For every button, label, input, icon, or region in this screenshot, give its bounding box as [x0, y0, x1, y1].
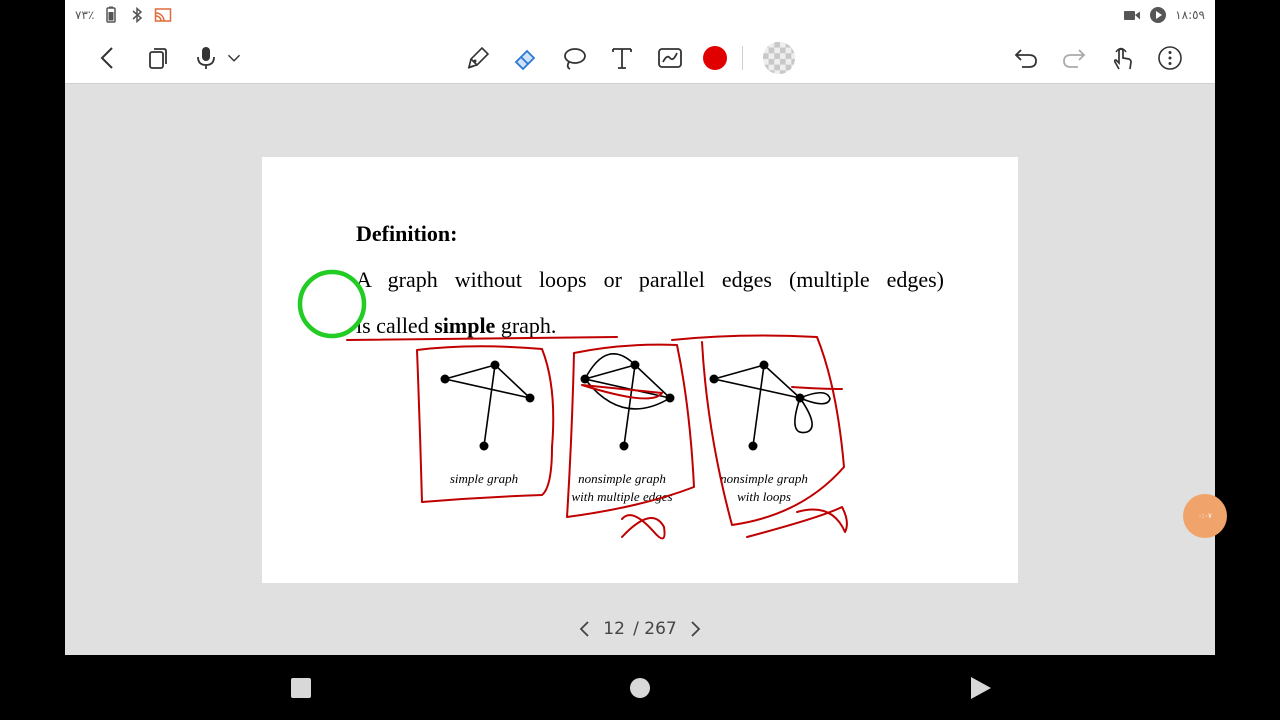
back-triangle-icon — [971, 677, 991, 699]
undo-button[interactable] — [1010, 42, 1042, 74]
page-navigator: 12 / 267 — [575, 616, 705, 642]
notes-app: ٧٣٪ ١٨:٥٩ Definition: A graph without lo… — [65, 0, 1227, 655]
total-pages: / 267 — [633, 619, 677, 639]
chevron-left-icon — [579, 621, 589, 637]
chevron-down-icon — [227, 54, 241, 62]
eraser-icon — [514, 49, 536, 71]
shape-tool-button[interactable] — [654, 42, 686, 74]
next-page-button[interactable] — [685, 617, 705, 641]
pen-tool-button[interactable] — [462, 42, 494, 74]
recording-timer-label: ٠:٠٧ — [1198, 512, 1212, 520]
clock: ١٨:٥٩ — [1175, 8, 1205, 22]
transparency-button[interactable] — [760, 39, 798, 77]
toolbar-divider — [742, 46, 743, 70]
caption-loop-graph-line2: with loops — [737, 489, 791, 504]
bluetooth-icon — [128, 6, 146, 24]
toolbar — [65, 32, 1215, 84]
play-store-icon — [1149, 6, 1167, 24]
shape-icon — [658, 48, 682, 68]
back-button[interactable] — [92, 42, 124, 74]
cast-icon — [154, 6, 172, 24]
caption-loop-graph-line1: nonsimple graph — [720, 471, 808, 486]
simple-graph-diagram — [440, 360, 535, 451]
recents-button[interactable] — [288, 675, 314, 701]
back-icon — [100, 47, 113, 69]
caption-multigraph-line1: nonsimple graph — [578, 471, 666, 486]
transparency-icon — [762, 41, 796, 75]
more-icon — [1158, 46, 1182, 70]
document-page[interactable]: Definition: A graph without loops or par… — [262, 157, 1018, 583]
graph-figure: simple graph nonsimple graph with multip… — [297, 269, 848, 540]
text-icon — [612, 48, 632, 69]
caption-multigraph-line2: with multiple edges — [571, 489, 672, 504]
current-page-number[interactable]: 12 — [603, 619, 625, 639]
red-ink-annotations — [346, 334, 848, 540]
touch-mode-button[interactable] — [1106, 42, 1138, 74]
color-swatch-icon — [703, 46, 727, 70]
microphone-button[interactable] — [190, 42, 222, 74]
color-swatch-button[interactable] — [699, 42, 731, 74]
home-button[interactable] — [627, 675, 653, 701]
laser-pointer-ring — [297, 269, 367, 339]
caption-simple-graph: simple graph — [450, 471, 518, 486]
previous-page-button[interactable] — [575, 617, 595, 641]
lasso-icon — [564, 48, 586, 70]
microphone-icon — [197, 47, 215, 69]
lasso-tool-button[interactable] — [558, 42, 590, 74]
battery-percent: ٧٣٪ — [75, 8, 95, 22]
battery-icon — [102, 6, 120, 24]
more-options-button[interactable] — [1154, 42, 1186, 74]
video-record-icon — [1123, 6, 1141, 24]
back-system-button[interactable] — [967, 675, 993, 701]
redo-button[interactable] — [1058, 42, 1090, 74]
pen-icon — [467, 46, 490, 69]
pages-button[interactable] — [142, 42, 174, 74]
loop-graph-diagram — [709, 360, 831, 451]
system-navigation-bar — [0, 655, 1280, 720]
home-icon — [630, 678, 650, 698]
redo-icon — [1063, 49, 1086, 68]
recording-timer-button[interactable]: ٠:٠٧ — [1183, 494, 1227, 538]
multigraph-diagram — [580, 353, 675, 451]
undo-icon — [1014, 49, 1037, 68]
chevron-right-icon — [691, 621, 701, 637]
eraser-tool-button[interactable] — [510, 42, 542, 74]
pages-icon — [149, 48, 167, 69]
touch-mode-icon — [1113, 47, 1132, 70]
text-tool-button[interactable] — [606, 42, 638, 74]
status-bar: ٧٣٪ ١٨:٥٩ — [65, 0, 1215, 32]
recents-icon — [291, 678, 311, 698]
microphone-options-button[interactable] — [223, 42, 245, 74]
